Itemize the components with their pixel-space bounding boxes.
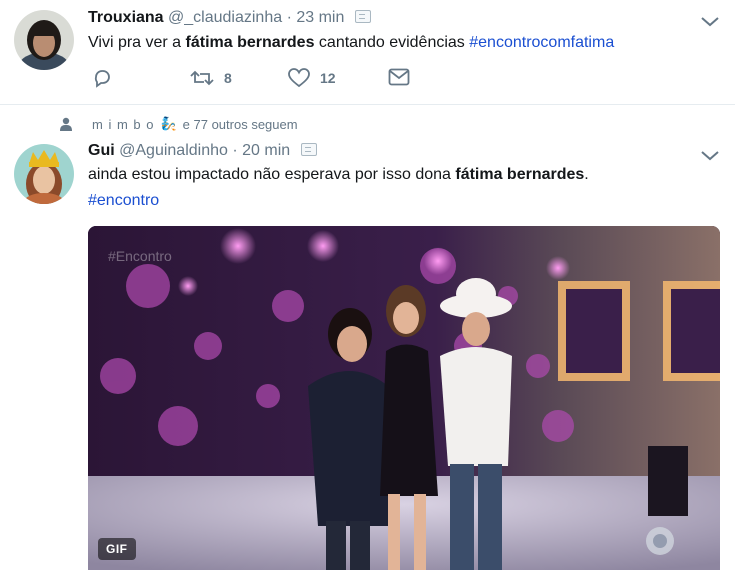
watermark-text: #Encontro — [108, 248, 172, 264]
hashtag-link[interactable]: #encontro — [88, 192, 159, 209]
timestamp[interactable]: 20 min — [242, 142, 290, 159]
tweet-actions: 8 12 — [88, 68, 418, 98]
card-icon — [300, 143, 317, 156]
timestamp[interactable]: 23 min — [296, 9, 344, 26]
tweet-header: Trouxiana @_claudiazinha · 23 min — [88, 9, 371, 27]
chevron-down-icon[interactable] — [696, 10, 724, 32]
like-button[interactable]: 12 — [288, 68, 336, 88]
social-context[interactable]: m i m b o 🧞 e 77 outros seguem — [60, 116, 298, 132]
avatar[interactable] — [14, 144, 74, 204]
avatar[interactable] — [14, 10, 74, 70]
context-emoji: 🧞 — [160, 116, 177, 131]
hashtag-link[interactable]: #encontrocomfatima — [469, 34, 614, 51]
gif-frame: #Encontro — [88, 226, 720, 570]
person-icon — [60, 117, 72, 131]
like-count: 12 — [320, 70, 336, 86]
tweet-text: ainda estou impactado não esperava por i… — [88, 166, 589, 183]
context-label[interactable]: m i m b o — [92, 117, 154, 132]
like-icon — [288, 68, 310, 88]
tweet-1[interactable]: Trouxiana @_claudiazinha · 23 min Vivi p… — [0, 0, 735, 104]
user-handle[interactable]: @_claudiazinha — [168, 9, 282, 26]
tweet-text-line2: #encontro — [88, 188, 159, 214]
reply-icon — [94, 70, 110, 88]
gif-badge: GIF — [98, 538, 136, 560]
retweet-button[interactable]: 8 — [190, 68, 232, 88]
tweet-text: Vivi pra ver a fátima bernardes cantando… — [88, 34, 615, 51]
tweet-header: Gui @Aguinaldinho · 20 min — [88, 142, 317, 160]
card-icon — [354, 10, 371, 23]
chevron-down-icon[interactable] — [696, 144, 724, 166]
retweet-count: 8 — [224, 70, 232, 86]
message-button[interactable] — [388, 68, 410, 86]
retweet-icon — [190, 70, 214, 86]
context-suffix: e 77 outros seguem — [182, 116, 298, 132]
display-name[interactable]: Gui — [88, 142, 115, 159]
message-icon — [388, 68, 410, 86]
reply-button[interactable] — [92, 68, 122, 88]
tweet-divider — [0, 104, 735, 105]
display-name[interactable]: Trouxiana — [88, 9, 164, 26]
user-handle[interactable]: @Aguinaldinho — [119, 142, 228, 159]
gif-media[interactable]: #Encontro GIF — [88, 226, 720, 570]
